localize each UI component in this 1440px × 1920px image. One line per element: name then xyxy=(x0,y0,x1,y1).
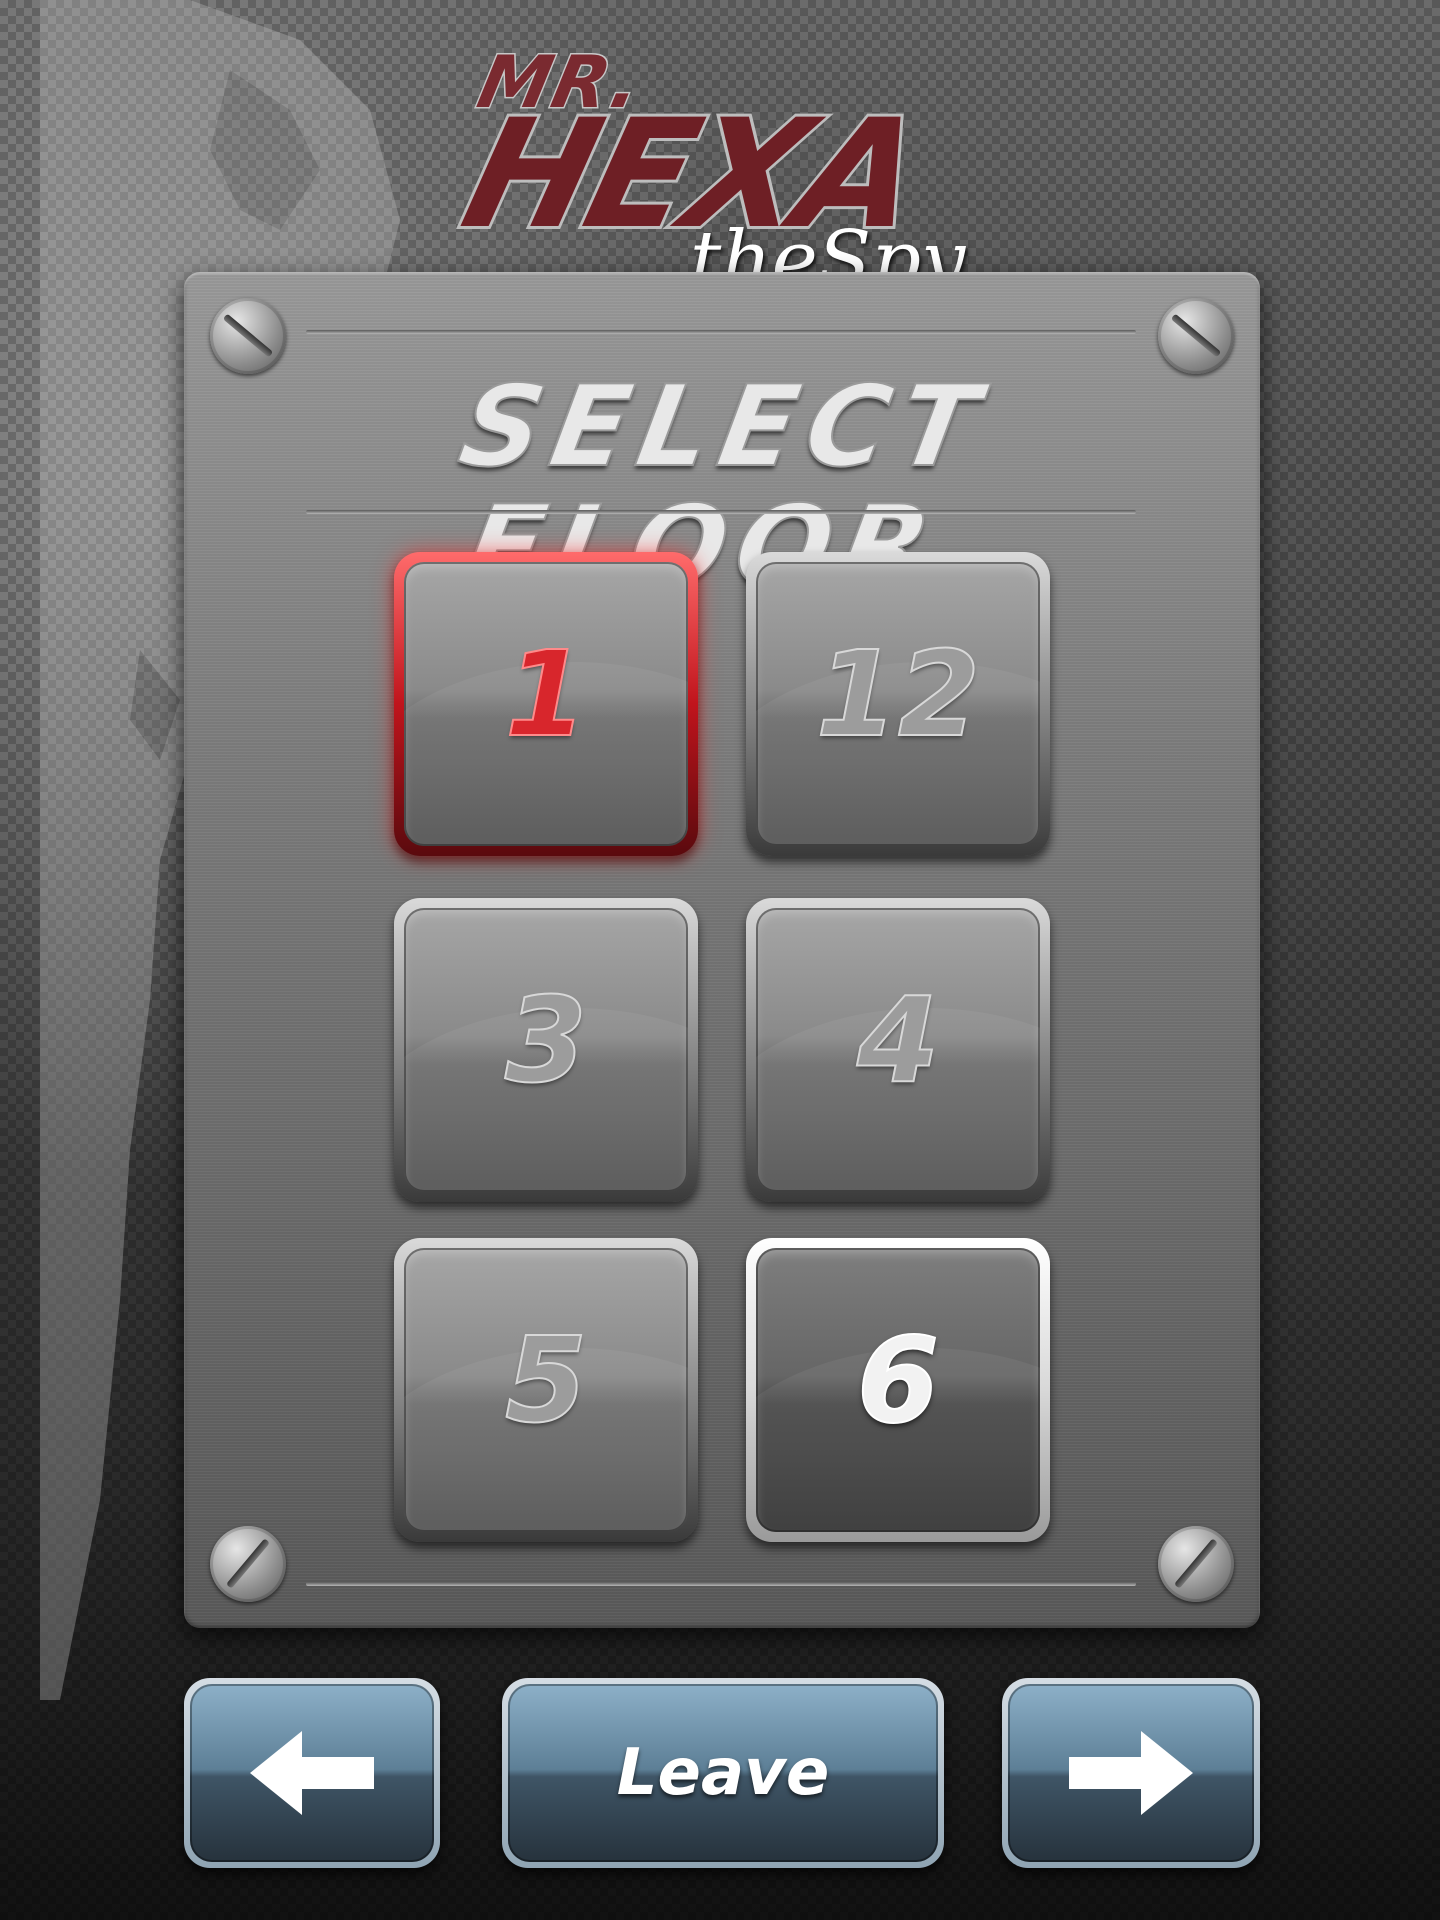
screw-icon xyxy=(210,298,286,374)
panel-title: SELECT FLOOR xyxy=(450,361,999,613)
bottom-divider xyxy=(306,1582,1136,1586)
floor-button-12[interactable]: 12 xyxy=(746,552,1050,856)
floor-label: 5 xyxy=(504,1311,588,1449)
floor-button-4[interactable]: 4 xyxy=(746,898,1050,1202)
floor-button-6[interactable]: 6 xyxy=(746,1238,1050,1542)
top-divider xyxy=(306,330,1136,334)
floor-label: 1 xyxy=(504,625,588,763)
floor-button-5[interactable]: 5 xyxy=(394,1238,698,1542)
leave-button[interactable]: Leave xyxy=(502,1678,944,1868)
floor-label: 3 xyxy=(504,971,588,1109)
leave-button-label: Leave xyxy=(616,1736,830,1810)
screw-icon xyxy=(210,1526,286,1602)
floor-label: 6 xyxy=(856,1311,940,1449)
floor-label: 12 xyxy=(815,625,981,763)
forward-button[interactable] xyxy=(1002,1678,1260,1868)
floor-button-1[interactable]: 1 xyxy=(394,552,698,856)
arrow-right-icon xyxy=(1069,1731,1193,1815)
floor-select-panel: SELECT FLOOR 1 12 3 4 5 6 xyxy=(184,272,1260,1628)
back-button[interactable] xyxy=(184,1678,440,1868)
floor-button-3[interactable]: 3 xyxy=(394,898,698,1202)
arrow-left-icon xyxy=(250,1731,374,1815)
floor-label: 4 xyxy=(856,971,940,1109)
screw-icon xyxy=(1158,1526,1234,1602)
screw-icon xyxy=(1158,298,1234,374)
title-divider xyxy=(306,510,1136,514)
